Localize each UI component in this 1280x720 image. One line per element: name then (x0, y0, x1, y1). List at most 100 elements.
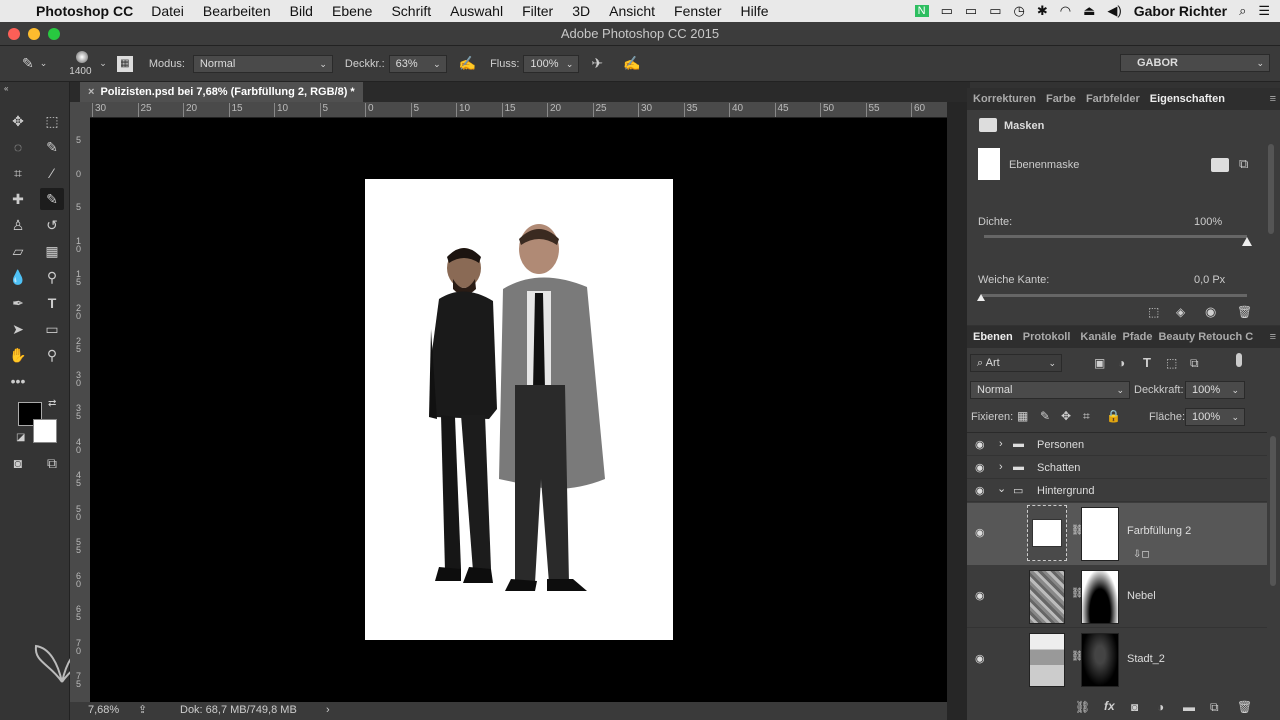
layer-filter-select[interactable]: ⌕ Art ⌄ (970, 354, 1062, 372)
filter-smart-object-icon[interactable]: ⧉ (1190, 356, 1199, 371)
eye-icon[interactable]: ◉ (975, 526, 985, 539)
mode-select[interactable]: Normal ⌄ (192, 54, 333, 73)
filter-toggle-icon[interactable] (1236, 353, 1242, 367)
menu-hilfe[interactable]: Hilfe (741, 3, 769, 19)
pressure-opacity-icon[interactable]: ✍ (459, 55, 476, 72)
tab-kanaele[interactable]: Kanäle (1080, 331, 1116, 343)
eye-icon[interactable]: ◉ (975, 589, 985, 602)
menu-datei[interactable]: Datei (151, 3, 184, 19)
filter-shape-icon[interactable]: ⬚ (1166, 356, 1177, 370)
brush-tool-icon[interactable]: ✎ (40, 188, 64, 210)
adjustment-layer-icon[interactable]: ◑ (1157, 700, 1164, 714)
app-menu[interactable]: Photoshop CC (36, 3, 133, 19)
menu-bearbeiten[interactable]: Bearbeiten (203, 3, 271, 19)
history-brush-tool-icon[interactable]: ↺ (40, 214, 64, 236)
link-layers-icon[interactable]: ⛓ (1075, 700, 1090, 714)
delete-layer-icon[interactable]: 🗑 (1237, 700, 1252, 714)
eye-icon[interactable]: ◉ (975, 484, 985, 497)
apply-mask-icon[interactable]: ◈ (1176, 305, 1185, 319)
zoom-tool-icon[interactable]: ⚲ (40, 344, 64, 366)
gradient-tool-icon[interactable]: ▦ (40, 240, 64, 262)
move-tool-icon[interactable]: ✥ (6, 110, 30, 132)
menu-ebene[interactable]: Ebene (332, 3, 372, 19)
pressure-size-icon[interactable]: ✍ (623, 55, 640, 72)
layers-scrollbar[interactable] (1270, 436, 1276, 586)
lock-artboard-icon[interactable]: ⌗ (1083, 409, 1090, 424)
airbrush-icon[interactable]: ✈ (591, 55, 603, 72)
menu-ansicht[interactable]: Ansicht (609, 3, 655, 19)
feather-slider[interactable] (977, 294, 1247, 301)
close-tab-icon[interactable]: × (88, 86, 94, 98)
layer-row-nebel[interactable]: ◉ ⛓ Nebel (967, 566, 1267, 628)
menu-auswahl[interactable]: Auswahl (450, 3, 503, 19)
eject-icon[interactable]: ⏏ (1083, 3, 1095, 19)
lock-all-icon[interactable]: 🔒 (1106, 409, 1121, 423)
feather-slider-thumb[interactable] (977, 294, 985, 301)
tab-eigenschaften[interactable]: Eigenschaften (1150, 93, 1225, 105)
document-tab[interactable]: × Polizisten.psd bei 7,68% (Farbfüllung 2… (80, 82, 363, 102)
document-canvas[interactable] (365, 179, 673, 640)
spotlight-icon[interactable]: ⌕ (1239, 3, 1246, 19)
tab-beauty-retouch[interactable]: Beauty Retouch C (1158, 331, 1253, 343)
filter-pixel-icon[interactable]: ▣ (1094, 356, 1105, 370)
path-selection-tool-icon[interactable]: ➤ (6, 318, 30, 340)
pen-tool-icon[interactable]: ✒ (6, 292, 30, 314)
tab-farbfelder[interactable]: Farbfelder (1086, 93, 1140, 105)
new-layer-icon[interactable]: ⧉ (1210, 700, 1219, 715)
dodge-tool-icon[interactable]: ⚲ (40, 266, 64, 288)
close-window-button[interactable] (8, 28, 20, 40)
layer-thumbnail[interactable] (1029, 633, 1065, 687)
fill-field[interactable]: 100% ⌄ (1185, 408, 1245, 426)
chevron-right-icon[interactable]: › (999, 461, 1003, 473)
layer-mask-thumbnail[interactable] (1081, 633, 1119, 687)
more-tools-icon[interactable]: ••• (6, 370, 30, 392)
vertical-ruler[interactable]: 5 0 5 1 0 1 5 2 0 2 5 3 0 3 5 4 0 4 5 5 0 5 5 6 0 6 5 7… (70, 118, 90, 702)
zoom-level[interactable]: 7,68% (88, 704, 119, 716)
new-group-icon[interactable]: ▬ (1183, 700, 1195, 714)
load-selection-icon[interactable]: ⬚ (1148, 305, 1159, 319)
panel-menu-icon[interactable]: ≡ (1270, 331, 1276, 343)
chevron-down-icon[interactable]: ⌄ (40, 58, 48, 69)
delete-mask-icon[interactable]: 🗑 (1237, 305, 1252, 319)
add-mask-icon[interactable]: ◙ (1131, 700, 1138, 714)
menu-fenster[interactable]: Fenster (674, 3, 721, 19)
minimize-window-button[interactable] (28, 28, 40, 40)
wifi-icon[interactable]: ◠ (1060, 3, 1071, 19)
layer-row-stadt-2[interactable]: ◉ ⛓ Stadt_2 (967, 629, 1267, 691)
menu-schrift[interactable]: Schrift (391, 3, 431, 19)
menu-bild[interactable]: Bild (290, 3, 313, 19)
hand-tool-icon[interactable]: ✋ (6, 344, 30, 366)
opacity-field[interactable]: 63% ⌄ (388, 54, 447, 73)
lock-pixels-icon[interactable]: ✎ (1040, 409, 1050, 423)
swap-colors-icon[interactable]: ⇄ (48, 398, 56, 409)
select-pixel-mask-icon[interactable] (1211, 158, 1229, 172)
quick-selection-tool-icon[interactable]: ✎ (40, 136, 64, 158)
tab-farbe[interactable]: Farbe (1046, 93, 1076, 105)
share-icon[interactable]: ⇪ (138, 703, 147, 716)
density-slider[interactable] (984, 235, 1252, 246)
rectangle-tool-icon[interactable]: ▭ (40, 318, 64, 340)
quick-mask-icon[interactable]: ◙ (6, 452, 30, 474)
time-machine-icon[interactable]: ◷ (1013, 3, 1024, 19)
lock-transparency-icon[interactable]: ▦ (1017, 409, 1028, 423)
notification-icon[interactable]: ☰ (1258, 3, 1270, 19)
brush-tool-icon[interactable]: ✎ (22, 55, 34, 72)
layer-row-farbfuellung-2[interactable]: ◉ ⛓ Farbfüllung 2 ⇩◻ (967, 503, 1267, 565)
horizontal-ruler[interactable]: 30 25 20 15 10 5 0 5 10 15 20 25 30 35 40 45 50 55 60 (90, 102, 950, 118)
collapse-icon[interactable]: « (4, 84, 8, 93)
clone-stamp-tool-icon[interactable]: ♙ (6, 214, 30, 236)
volume-icon[interactable]: ◀) (1107, 3, 1121, 19)
bluetooth-icon[interactable]: ✱ (1037, 3, 1048, 19)
tab-protokoll[interactable]: Protokoll (1023, 331, 1071, 343)
eye-icon[interactable]: ◉ (975, 438, 985, 451)
menu-filter[interactable]: Filter (522, 3, 553, 19)
airplay-icon[interactable]: ▭ (965, 3, 977, 19)
brush-panel-icon[interactable]: ▦ (116, 55, 133, 72)
properties-scrollbar[interactable] (1268, 144, 1274, 234)
layer-mask-thumbnail[interactable] (1081, 507, 1119, 561)
marquee-tool-icon[interactable]: ⬚ (40, 110, 64, 132)
visibility-eye-icon[interactable]: ◉ (1205, 304, 1216, 320)
zoom-window-button[interactable] (48, 28, 60, 40)
blend-mode-select[interactable]: Normal ⌄ (970, 381, 1130, 399)
layer-mask-thumbnail[interactable] (1081, 570, 1119, 624)
